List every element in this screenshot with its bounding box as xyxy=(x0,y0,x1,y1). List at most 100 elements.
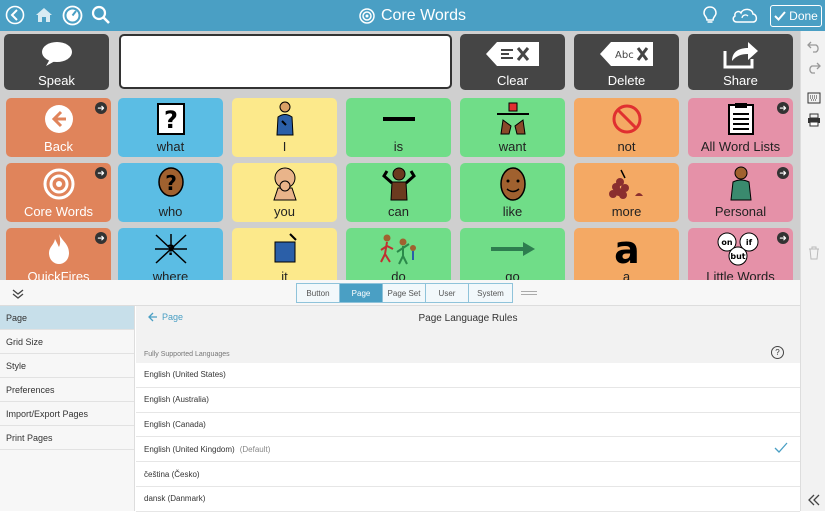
nav-quickfires-button[interactable]: ➜ QuickFires xyxy=(6,228,111,287)
cell-label: who xyxy=(158,204,183,219)
language-name: dansk (Danmark) xyxy=(144,494,206,504)
little-word-but: but xyxy=(730,252,745,261)
arrow-icon: ➜ xyxy=(95,102,107,114)
cell-label: what xyxy=(156,139,185,154)
cell-label: Back xyxy=(44,139,73,154)
word-cell-want[interactable]: want xyxy=(460,98,565,157)
undo-icon[interactable] xyxy=(805,37,822,54)
where-arrows-icon: ? xyxy=(154,233,187,264)
done-button[interactable]: Done xyxy=(770,5,822,27)
word-cell-personal[interactable]: ➜ Personal xyxy=(688,163,793,222)
tab-system[interactable]: System xyxy=(469,284,512,302)
cell-label: Core Words xyxy=(23,204,94,219)
language-list: English (United States) English (Austral… xyxy=(136,363,800,512)
dash-icon xyxy=(382,116,415,121)
word-cell-like[interactable]: like xyxy=(460,163,565,222)
word-cell-who[interactable]: ? who xyxy=(118,163,223,222)
section-label: Fully Supported Languages xyxy=(144,351,230,358)
clear-icon xyxy=(485,41,539,66)
word-cell-a[interactable]: a a xyxy=(574,228,679,287)
double-chevron-down-icon[interactable] xyxy=(12,287,24,305)
sidebar-item-preferences[interactable]: Preferences xyxy=(0,378,134,402)
print-icon[interactable] xyxy=(805,111,822,128)
tab-button[interactable]: Button xyxy=(297,284,340,302)
tab-page-set[interactable]: Page Set xyxy=(383,284,426,302)
done-label: Done xyxy=(789,9,818,23)
question-icon: ? xyxy=(156,102,185,135)
help-icon[interactable]: ? xyxy=(771,346,784,359)
smiling-face-icon xyxy=(499,166,526,201)
arrow-icon: ➜ xyxy=(95,167,107,179)
tab-user[interactable]: User xyxy=(426,284,469,302)
strong-person-icon xyxy=(381,167,416,200)
language-row[interactable]: English (Canada) xyxy=(136,412,800,438)
word-cell-all-word-lists[interactable]: ➜ All Word Lists xyxy=(688,98,793,157)
editor-sidebar: Page Grid Size Style Preferences Import/… xyxy=(0,306,135,511)
right-arrow-icon xyxy=(490,241,535,256)
language-row[interactable]: English (Australia) xyxy=(136,387,800,413)
person-self-icon xyxy=(275,101,294,135)
speech-bubble-icon xyxy=(41,41,72,66)
want-hands-icon xyxy=(496,102,529,134)
lightbulb-icon[interactable] xyxy=(699,4,721,26)
word-cell-it[interactable]: it xyxy=(232,228,337,287)
arrow-icon: ➜ xyxy=(777,232,789,244)
language-name: English (Australia) xyxy=(144,395,209,405)
backspace-icon: Abc xyxy=(599,41,653,66)
speak-button[interactable]: Speak xyxy=(4,34,109,90)
cell-label: want xyxy=(498,139,527,154)
arrow-icon: ➜ xyxy=(95,232,107,244)
word-cell-more[interactable]: more xyxy=(574,163,679,222)
fire-icon xyxy=(48,233,69,264)
nav-back-button[interactable]: ➜ Back xyxy=(6,98,111,157)
sidebar-item-grid-size[interactable]: Grid Size xyxy=(0,330,134,354)
activity-people-icon xyxy=(379,234,416,264)
language-name: English (United States) xyxy=(144,370,226,380)
word-cell-little-words[interactable]: ➜ on if but Little Words xyxy=(688,228,793,287)
trash-icon[interactable] xyxy=(805,244,822,261)
cell-label: can xyxy=(388,204,409,219)
language-row-selected[interactable]: English (United Kingdom) (Default) xyxy=(136,437,800,463)
word-cell-what[interactable]: ? what xyxy=(118,98,223,157)
language-rules-panel: Page Page Language Rules Fully Supported… xyxy=(136,306,800,512)
delete-label: Delete xyxy=(607,73,646,88)
sidebar-item-print-pages[interactable]: Print Pages xyxy=(0,426,134,450)
letter-a-icon: a xyxy=(614,231,640,267)
language-row[interactable]: čeština (Česko) xyxy=(136,462,800,487)
clear-label: Clear xyxy=(496,73,529,88)
share-button[interactable]: Share xyxy=(688,34,793,90)
keyboard-icon[interactable] xyxy=(805,89,822,106)
sync-icon[interactable] xyxy=(729,4,761,26)
nav-core-words-button[interactable]: ➜ Core Words xyxy=(6,163,111,222)
word-cell-you[interactable]: you xyxy=(232,163,337,222)
pointing-person-icon xyxy=(272,167,297,200)
word-cell-can[interactable]: can xyxy=(346,163,451,222)
word-cell-go[interactable]: go xyxy=(460,228,565,287)
word-cell-i[interactable]: I xyxy=(232,98,337,157)
prohibited-icon xyxy=(612,104,641,133)
language-name: čeština (Česko) xyxy=(144,469,200,479)
word-cell-not[interactable]: not xyxy=(574,98,679,157)
svg-text:?: ? xyxy=(165,171,177,195)
collapse-double-chevron-icon[interactable] xyxy=(805,491,822,508)
drag-handle[interactable] xyxy=(521,291,537,295)
back-arrow-icon xyxy=(44,104,73,133)
checkmark-icon xyxy=(774,442,788,454)
redo-icon[interactable] xyxy=(805,58,822,75)
sidebar-item-style[interactable]: Style xyxy=(0,354,134,378)
sidebar-item-import-export-pages[interactable]: Import/Export Pages xyxy=(0,402,134,426)
sidebar-item-page[interactable]: Page xyxy=(0,306,134,330)
cell-label: I xyxy=(282,139,287,154)
tab-page[interactable]: Page xyxy=(340,284,383,302)
language-row[interactable]: dansk (Danmark) xyxy=(136,486,800,512)
word-cell-do[interactable]: do xyxy=(346,228,451,287)
word-cell-is[interactable]: is xyxy=(346,98,451,157)
delete-button[interactable]: Abc Delete xyxy=(574,34,679,90)
language-row[interactable]: English (United States) xyxy=(136,363,800,388)
check-icon xyxy=(774,11,786,21)
share-label: Share xyxy=(723,73,758,88)
word-cell-where[interactable]: ? where xyxy=(118,228,223,287)
more-pile-icon xyxy=(608,169,643,199)
clear-button[interactable]: Clear xyxy=(460,34,565,90)
message-window[interactable] xyxy=(119,34,452,89)
